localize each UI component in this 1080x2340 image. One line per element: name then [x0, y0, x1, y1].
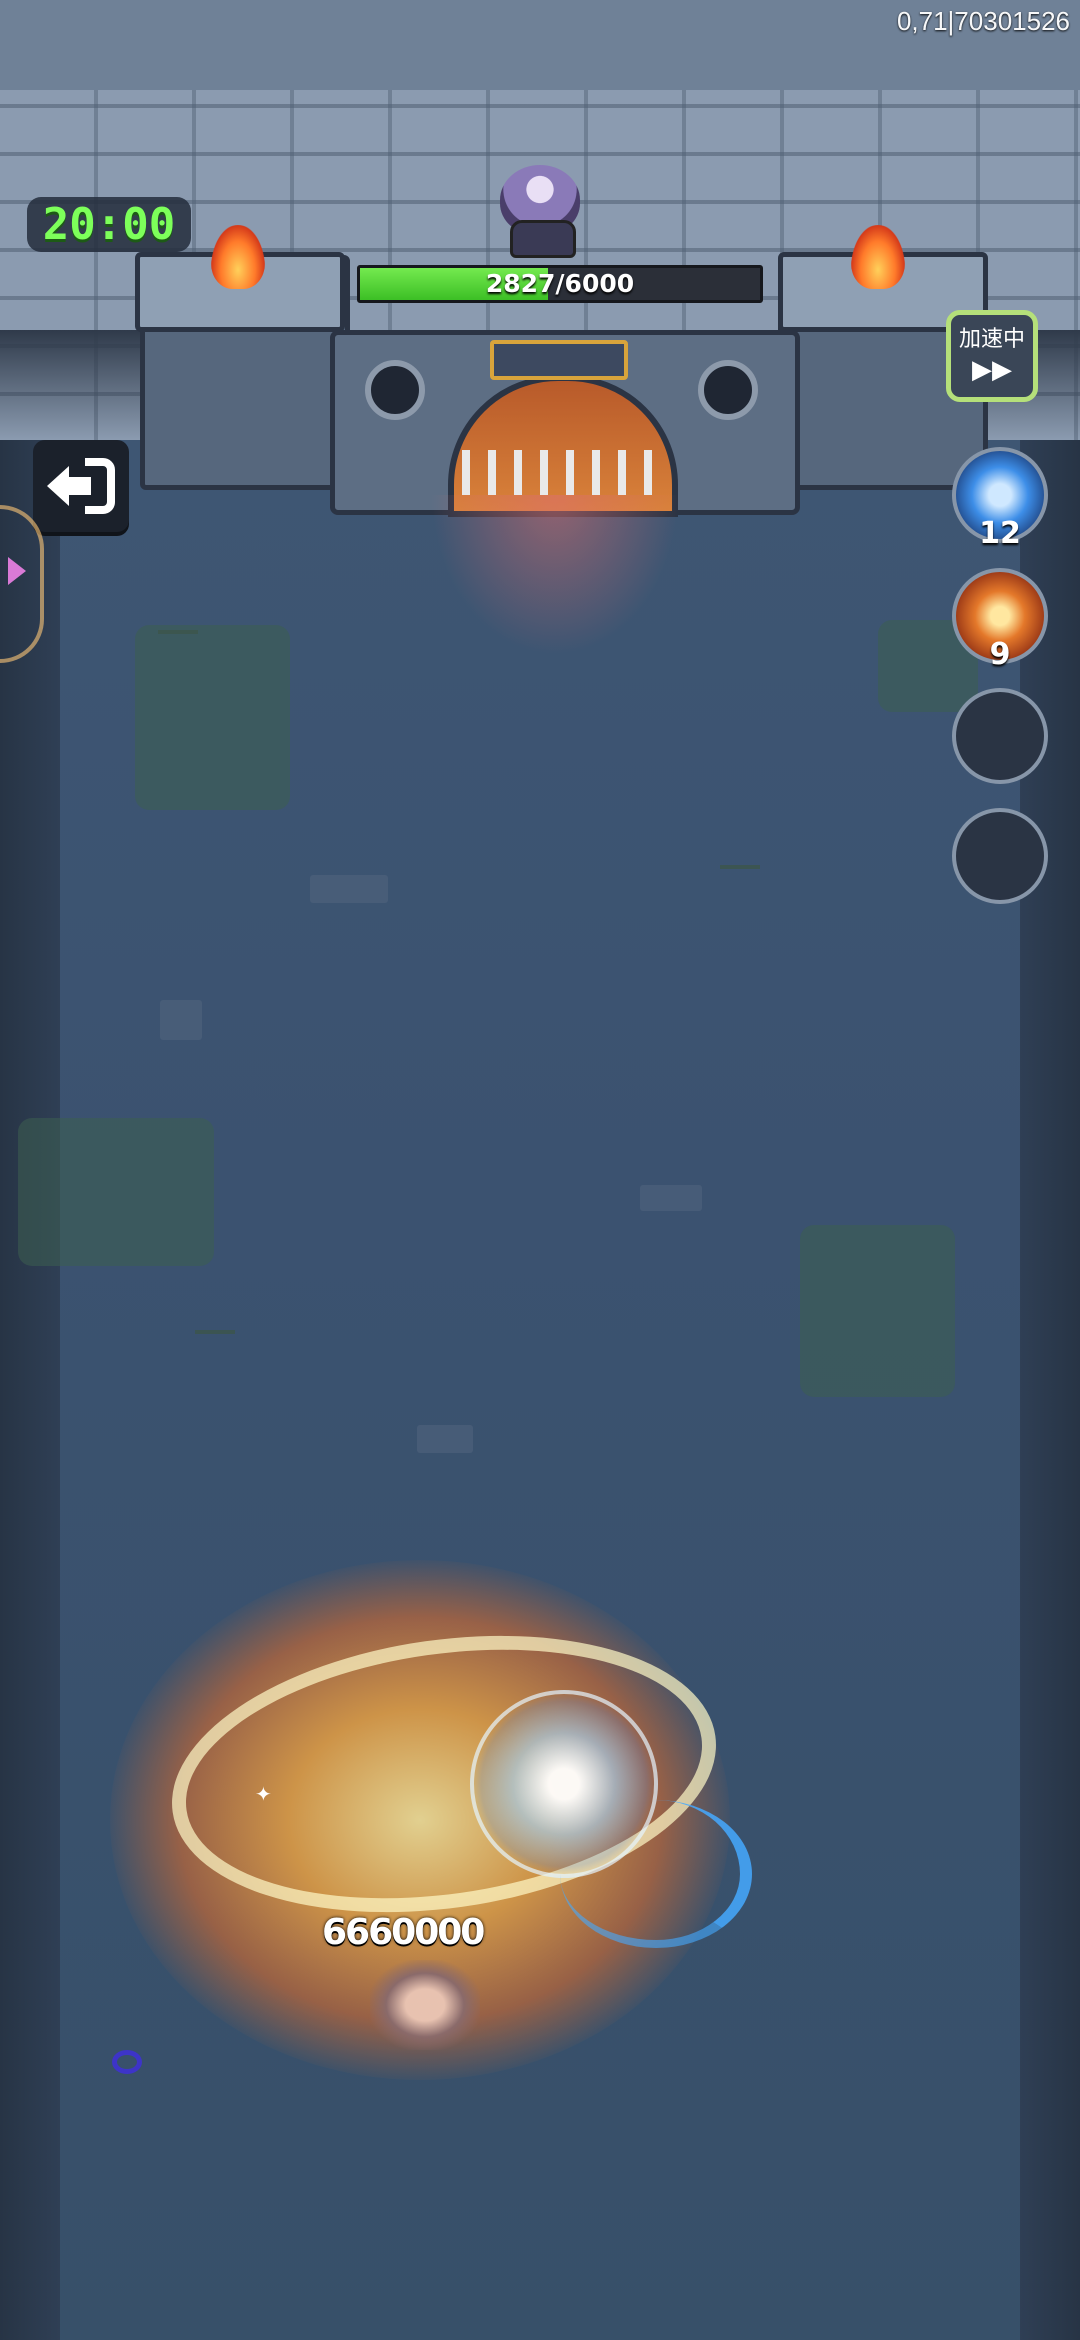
floor-tile	[310, 875, 388, 903]
gate-plaque	[490, 340, 628, 380]
skill-slot-fire-ring[interactable]: 9	[952, 568, 1048, 672]
skill-slot-empty[interactable]	[952, 808, 1048, 904]
floor-tile	[417, 1425, 473, 1453]
chevron-right-icon	[8, 557, 26, 585]
skill-slot-empty[interactable]	[952, 688, 1048, 784]
right-cannon	[698, 360, 758, 420]
side-drawer-tab[interactable]	[0, 505, 44, 663]
skill-count: 9	[989, 637, 1011, 672]
hero-character	[370, 1960, 480, 2050]
fast-forward-icon: ▶▶	[972, 355, 1012, 385]
left-cliff	[0, 440, 60, 2340]
speed-up-button[interactable]: 加速中 ▶▶	[946, 310, 1038, 402]
sparkle-icon: ✦	[255, 1782, 272, 1806]
boss-hp-text: 2827/6000	[485, 269, 635, 298]
game-scene[interactable]: 2827/6000 20:00 0,71|70301526 加速中 ▶▶ 12 …	[0, 0, 1080, 2340]
debug-coords: 0,71|70301526	[896, 6, 1070, 36]
exit-arrow-icon	[47, 458, 115, 514]
floor-tile	[160, 1000, 202, 1040]
moss-patch	[18, 1118, 214, 1266]
skill-count: 12	[979, 516, 1021, 551]
fire-vortex-effect	[90, 1520, 770, 2160]
boss-character	[490, 165, 590, 258]
left-brazier-flame	[203, 225, 273, 295]
portal-marker	[112, 2050, 142, 2074]
right-brazier-flame	[843, 225, 913, 295]
moss-patch	[800, 1225, 955, 1397]
grass-tuft	[195, 1300, 235, 1334]
skill-slot-lightning[interactable]: 12	[952, 447, 1048, 551]
speed-up-label: 加速中	[958, 327, 1025, 352]
grass-tuft	[720, 835, 760, 869]
grass-tuft	[158, 600, 198, 634]
floor-tile	[640, 1185, 702, 1211]
exit-button[interactable]	[33, 440, 129, 532]
battle-timer: 20:00	[27, 197, 191, 252]
boss-hp-bar: 2827/6000	[357, 265, 763, 303]
damage-number: 6660000	[322, 1912, 485, 1953]
left-cannon	[365, 360, 425, 420]
gate-glow	[430, 495, 680, 655]
gate-portcullis	[462, 450, 657, 495]
moss-patch	[135, 625, 290, 810]
